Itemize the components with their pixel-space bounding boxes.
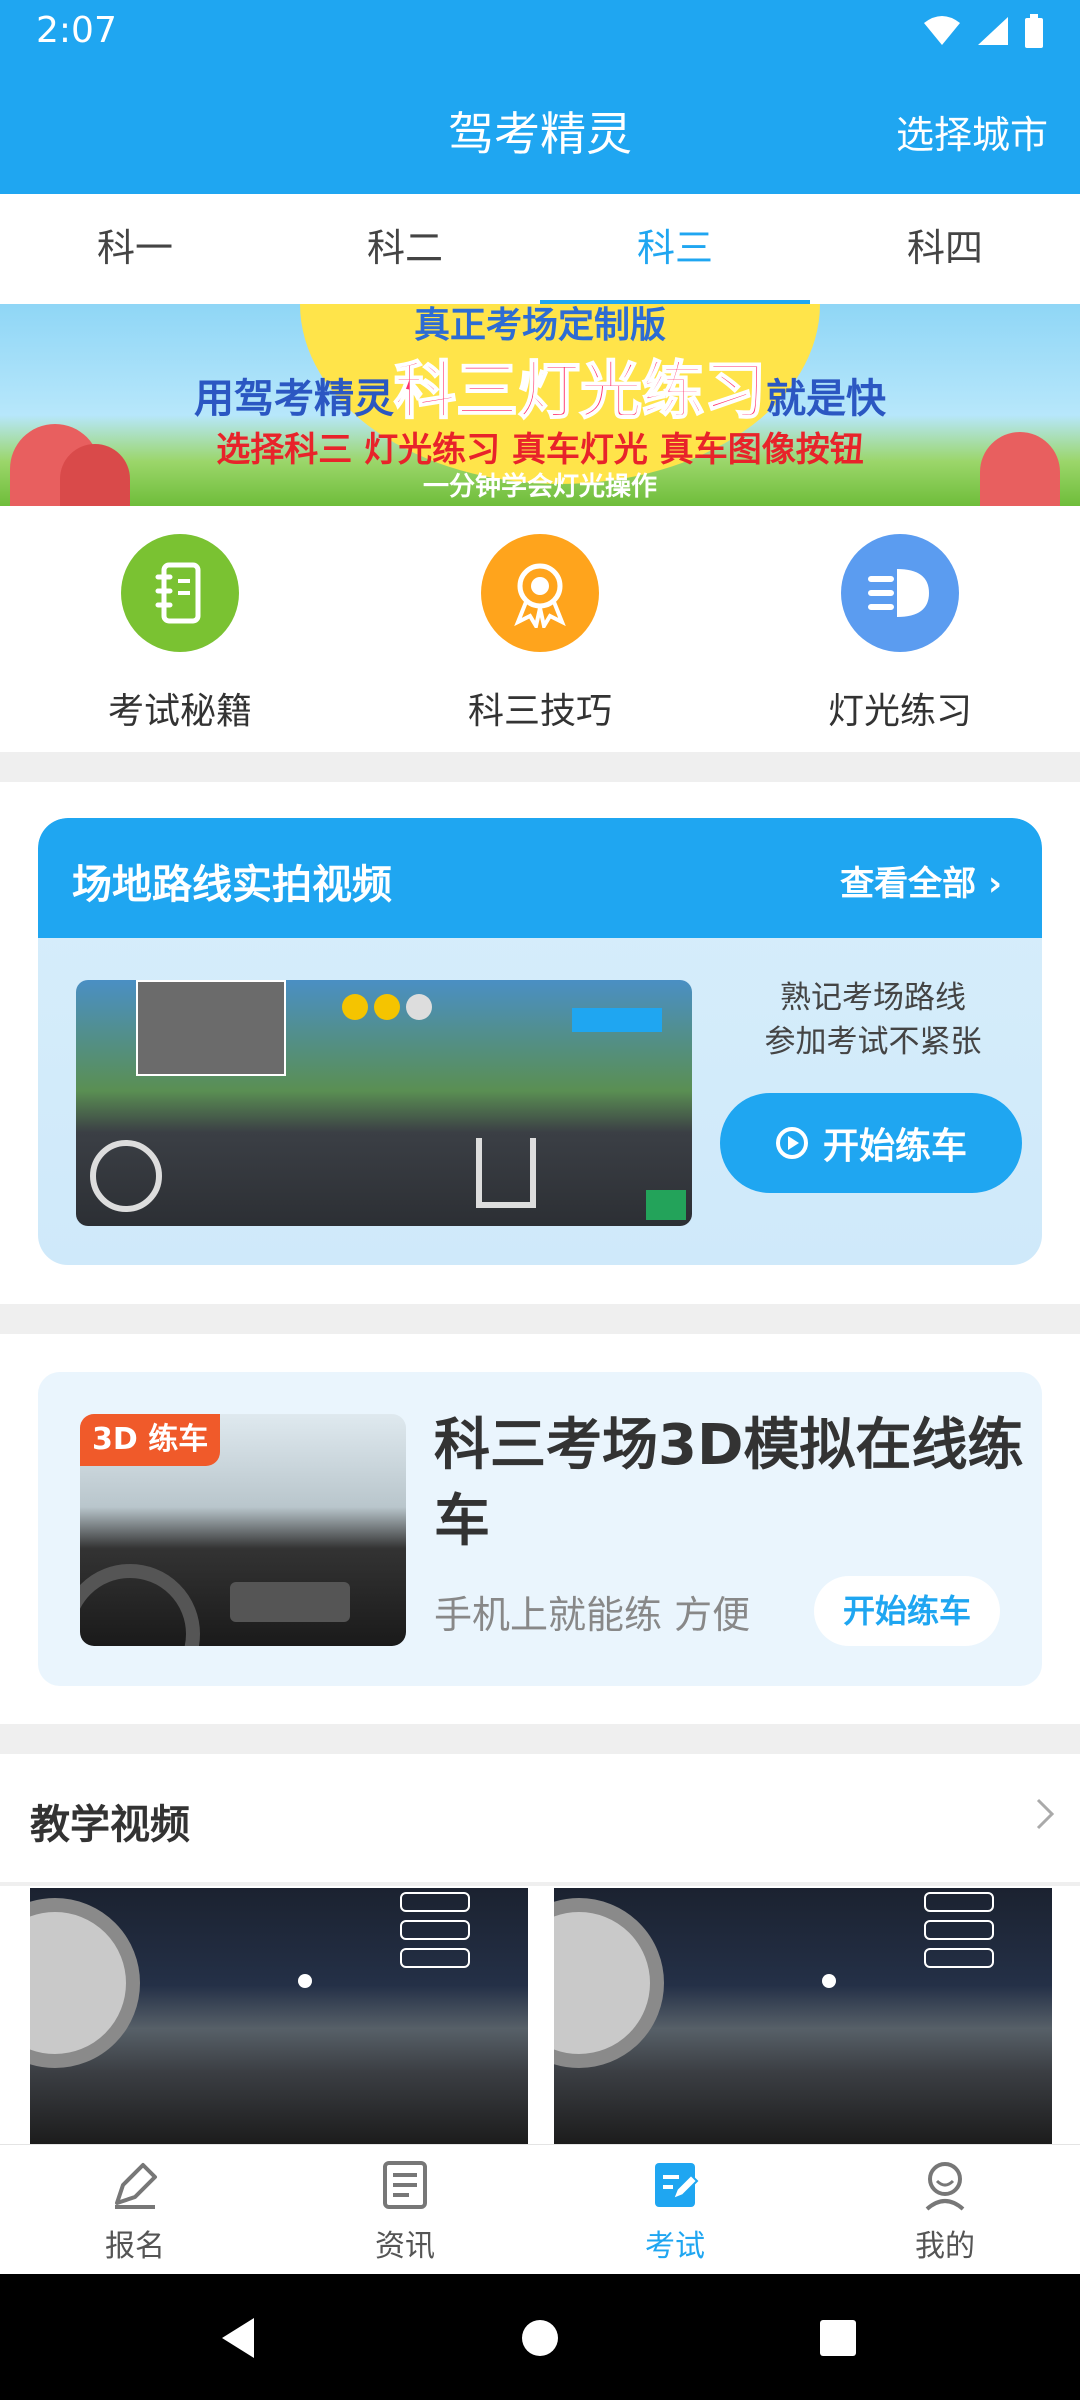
wifi-icon xyxy=(924,16,960,45)
banner-sub-text: 选择科三 灯光练习 真车灯光 真车图像按钮 xyxy=(216,430,864,470)
nav-register[interactable]: 报名 xyxy=(0,2145,270,2274)
light-switch-dial-icon xyxy=(30,1898,140,2068)
route-video-title: 场地路线实拍视频 xyxy=(72,862,392,908)
video-overlay-button xyxy=(572,1008,662,1032)
quick-link-light-practice[interactable]: 灯光练习 xyxy=(720,520,1080,750)
sim-3d-subtitle: 手机上就能练 方便 xyxy=(434,1593,751,1637)
quick-link-label: 灯光练习 xyxy=(827,691,972,732)
sim-3d-title: 科三考场3D模拟在线练车 xyxy=(434,1413,1024,1554)
video-option-chip xyxy=(924,1948,994,1968)
banner-main-highlight: 科三灯光练习 xyxy=(393,353,767,428)
pending-badge-icon xyxy=(406,994,432,1020)
video-option-chip xyxy=(924,1892,994,1912)
quick-link-exam-tips[interactable]: 考试秘籍 xyxy=(0,520,360,750)
nav-label: 资讯 xyxy=(375,2229,435,2264)
nav-label: 我的 xyxy=(915,2229,975,2264)
center-dot xyxy=(298,1974,312,1988)
route-video-thumbnail[interactable] xyxy=(76,980,692,1226)
steering-wheel-icon xyxy=(80,1564,200,1646)
app-header: 2:07 驾考精灵 选择城市 xyxy=(0,0,1080,194)
system-navigation-bar xyxy=(0,2274,1080,2400)
teaching-video-thumbnail[interactable] xyxy=(554,1888,1052,2144)
dashboard-inset xyxy=(136,980,286,1076)
nav-news[interactable]: 资讯 xyxy=(270,2145,540,2274)
recents-icon[interactable] xyxy=(818,2318,858,2358)
status-icons xyxy=(922,14,1044,48)
home-icon[interactable] xyxy=(520,2318,560,2358)
banner-main-prefix: 用驾考精灵 xyxy=(193,376,394,422)
tab-subject-4[interactable]: 科四 xyxy=(810,194,1080,304)
nav-profile[interactable]: 我的 xyxy=(810,2145,1080,2274)
tab-subject-3[interactable]: 科三 xyxy=(540,194,810,304)
teaching-video-thumbnail[interactable] xyxy=(30,1888,528,2144)
news-icon xyxy=(383,2161,427,2209)
route-desc-line2: 参加考试不紧张 xyxy=(764,1024,982,1060)
check-badge-icon xyxy=(374,994,400,1020)
award-medal-icon xyxy=(481,534,599,652)
signal-icon xyxy=(978,17,1008,45)
dashboard-vent xyxy=(230,1582,350,1622)
section-divider xyxy=(0,1304,1080,1334)
sim-3d-card[interactable]: 3D 练车 科三考场3D模拟在线练车 手机上就能练 方便 开始练车 xyxy=(38,1372,1042,1686)
banner-main-suffix: 就是快 xyxy=(766,376,886,422)
select-city-button[interactable]: 选择城市 xyxy=(896,104,1048,159)
quick-link-label: 科三技巧 xyxy=(467,691,612,732)
route-video-description: 熟记考场路线 参加考试不紧张 xyxy=(728,976,1018,1064)
play-icon xyxy=(775,1127,808,1159)
route-desc-line1: 熟记考场路线 xyxy=(780,980,966,1016)
status-time: 2:07 xyxy=(36,10,117,51)
list-divider xyxy=(0,1882,1080,1886)
profile-icon xyxy=(925,2162,965,2211)
start-practice-button[interactable]: 开始练车 xyxy=(720,1093,1022,1193)
center-dot xyxy=(822,1974,836,1988)
nav-label: 报名 xyxy=(105,2229,165,2264)
section-divider xyxy=(0,1724,1080,1754)
nav-exam[interactable]: 考试 xyxy=(540,2145,810,2274)
sim-3d-start-button[interactable]: 开始练车 xyxy=(814,1576,1000,1646)
banner-main-text: 用驾考精灵科三灯光练习就是快 xyxy=(0,340,1080,430)
chevron-right-icon[interactable] xyxy=(1024,1794,1064,1834)
notebook-icon xyxy=(121,534,239,652)
subject-tabs: 科一 科二 科三 科四 xyxy=(0,194,1080,304)
video-option-chip xyxy=(400,1920,470,1940)
gear-shift-icon xyxy=(476,1138,536,1208)
bottom-navigation: 报名 资讯 考试 我的 xyxy=(0,2144,1080,2274)
steering-wheel-icon xyxy=(90,1140,162,1212)
banner-note-text: 一分钟学会灯光操作 xyxy=(422,472,657,502)
check-badge-icon xyxy=(342,994,368,1020)
battery-icon xyxy=(1025,14,1043,48)
teaching-videos-title: 教学视频 xyxy=(30,1802,190,1848)
light-switch-dial-icon xyxy=(554,1898,664,2068)
3d-badge: 3D 练车 xyxy=(80,1414,221,1466)
start-practice-label: 开始练车 xyxy=(822,1126,967,1167)
tab-subject-2[interactable]: 科二 xyxy=(270,194,540,304)
quick-link-label: 考试秘籍 xyxy=(107,691,252,732)
promo-banner[interactable]: 真正考场定制版 用驾考精灵科三灯光练习就是快 选择科三 灯光练习 真车灯光 真车… xyxy=(0,304,1080,506)
video-option-chip xyxy=(400,1892,470,1912)
route-video-card: 场地路线实拍视频 查看全部 › 熟记考场路线 参加考试不紧张 开始练车 xyxy=(38,818,1042,1265)
tab-subject-1[interactable]: 科一 xyxy=(0,194,270,304)
back-icon[interactable] xyxy=(218,2316,258,2360)
exam-icon xyxy=(655,2163,699,2207)
pen-icon xyxy=(115,2163,157,2209)
view-all-link[interactable]: 查看全部 › xyxy=(840,856,1002,905)
nav-label: 考试 xyxy=(645,2229,705,2264)
video-option-chip xyxy=(924,1920,994,1940)
headlight-icon xyxy=(841,534,959,652)
quick-link-subject3-skills[interactable]: 科三技巧 xyxy=(360,520,720,750)
video-overlay-button xyxy=(646,1190,686,1220)
video-option-chip xyxy=(400,1948,470,1968)
section-divider xyxy=(0,752,1080,782)
